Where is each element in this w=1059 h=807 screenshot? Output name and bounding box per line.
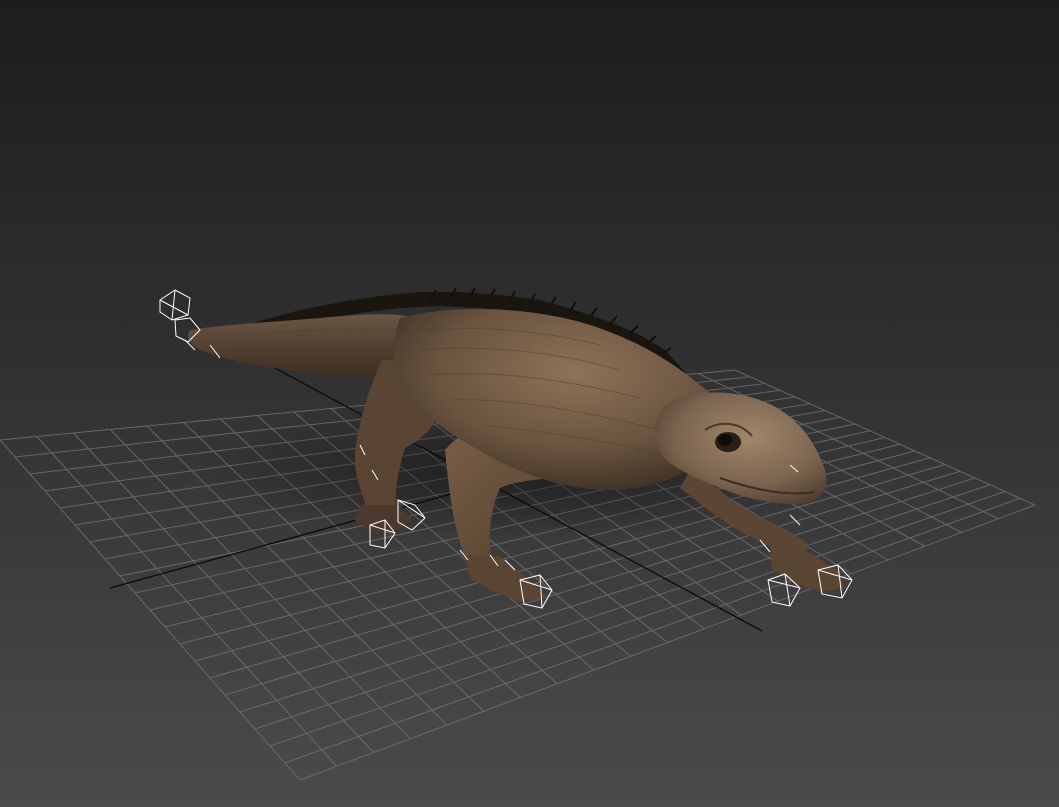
lizard-pupil	[718, 434, 732, 446]
viewport-canvas[interactable]	[0, 0, 1059, 807]
3d-viewport[interactable]	[0, 0, 1059, 807]
